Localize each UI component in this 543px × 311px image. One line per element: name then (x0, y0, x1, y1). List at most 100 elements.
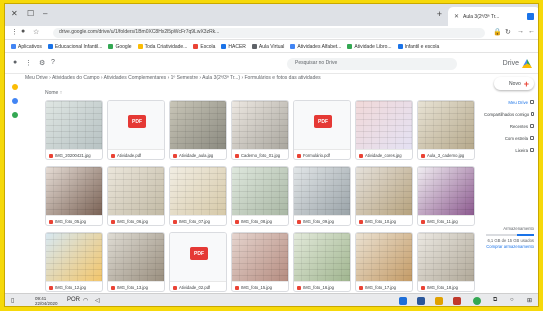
file-thumbnail (232, 167, 288, 215)
start-button-icon[interactable]: ⊞ (527, 297, 532, 304)
file-tile[interactable]: IMG_foto_15.jpg (231, 232, 289, 292)
file-tile[interactable]: PDF Atividade_02.pdf (169, 232, 227, 292)
minimize-window-button[interactable]: – (43, 9, 47, 18)
file-caption: Aula_3_caderno.jpg (418, 149, 474, 159)
bookmark-item[interactable]: Escola (193, 44, 215, 50)
tasks-app-icon[interactable] (12, 98, 18, 104)
calendar-app-icon[interactable] (12, 112, 18, 118)
file-tile[interactable]: Aula_3_caderno.jpg (417, 100, 475, 160)
apps-grid-icon[interactable]: ⋮ (25, 59, 32, 67)
file-name: IMG_foto_09.jpg (303, 219, 334, 224)
word-app-icon[interactable] (399, 297, 407, 305)
sidebar-item[interactable]: Com estrela (484, 134, 534, 142)
file-tile[interactable]: Atividade_cores.jpg (355, 100, 413, 160)
tab-strip: ✕ ☐ – + ✕ Aula 3(2ª/3ª Tr... (5, 4, 538, 26)
file-caption: IMG_foto_09.jpg (294, 215, 350, 225)
file-tile[interactable]: IMG_foto_07.jpg (169, 166, 227, 226)
file-thumbnail (418, 233, 474, 281)
bookmark-item[interactable]: Google (108, 44, 132, 50)
clock[interactable]: 09:41 22/04/2020 (35, 296, 58, 306)
file-tile[interactable]: IMG_foto_05.jpg (45, 166, 103, 226)
sidebar-item[interactable]: Lixeira (484, 146, 534, 154)
bookmark-item[interactable]: HACER (221, 44, 246, 50)
bookmark-favicon-icon (11, 44, 16, 49)
sidebar-item-icon (531, 112, 534, 116)
back-icon[interactable]: ← (528, 28, 535, 35)
office-app-icon[interactable] (453, 297, 461, 305)
file-tile[interactable]: IMG_foto_13.jpg (107, 232, 165, 292)
settings-gear-icon[interactable]: ⚙ (39, 59, 45, 67)
file-thumbnail: PDF (170, 233, 226, 281)
file-tile[interactable]: IMG_foto_06.jpg (107, 166, 165, 226)
account-avatar[interactable]: ● (13, 59, 17, 66)
help-icon[interactable]: ? (51, 59, 55, 66)
folder-app-icon[interactable] (435, 297, 443, 305)
address-bar[interactable]: drive.google.com/drive/u/1/folders/1Bm0X… (53, 28, 485, 38)
file-tile[interactable]: IMG_foto_18.jpg (417, 232, 475, 292)
bookmark-item[interactable]: Infantil e escola (397, 44, 439, 50)
star-bookmark-icon[interactable]: ☆ (33, 28, 39, 36)
bookmark-item[interactable]: Atividades Alfabet... (290, 44, 341, 50)
sidebar-item-icon (530, 136, 534, 140)
new-tab-button[interactable]: + (437, 9, 442, 19)
chrome-app-icon[interactable] (473, 297, 481, 305)
search-input[interactable]: Pesquisar no Drive (287, 58, 457, 70)
file-tile[interactable]: IMG_foto_17.jpg (355, 232, 413, 292)
file-thumbnail: PDF (294, 101, 350, 149)
sidebar-item[interactable]: Compartilhados comigo (484, 110, 534, 118)
drive-logo-text: Drive (502, 60, 519, 67)
image-file-icon (297, 219, 301, 224)
file-tile[interactable]: IMG_20200421.jpg (45, 100, 103, 160)
bookmark-favicon-icon (347, 44, 353, 49)
file-tile[interactable]: Atividade_aula.jpg (169, 100, 227, 160)
sort-arrow-icon[interactable]: ↑ (60, 90, 63, 96)
language-indicator[interactable]: POR (67, 297, 80, 303)
bookmark-label: Aula Virtual (258, 43, 285, 50)
new-button[interactable]: Novo + (494, 77, 534, 90)
keep-app-icon[interactable] (12, 84, 18, 90)
file-tile[interactable]: IMG_foto_09.jpg (293, 166, 351, 226)
close-window-button[interactable]: ✕ (11, 9, 18, 18)
file-tile[interactable]: IMG_foto_16.jpg (293, 232, 351, 292)
menu-dots-icon[interactable]: ⋮ (11, 28, 18, 36)
pdf-file-icon (111, 153, 115, 158)
file-tile[interactable]: IMG_foto_08.jpg (231, 166, 289, 226)
sidebar-item[interactable]: Meu Drive (484, 98, 534, 106)
file-tile[interactable]: Caderno_foto_01.jpg (231, 100, 289, 160)
sidebar-item-label: Compartilhados comigo (484, 111, 530, 117)
profile-icon[interactable]: ● (21, 28, 25, 35)
bookmark-favicon-icon (290, 44, 296, 49)
file-tile[interactable]: IMG_foto_10.jpg (355, 166, 413, 226)
file-thumbnail (108, 167, 164, 215)
file-caption: IMG_foto_11.jpg (418, 215, 474, 225)
file-name: Formulário.pdf (303, 153, 330, 158)
volume-icon[interactable]: ◁ (95, 297, 100, 304)
file-tile[interactable]: IMG_foto_12.jpg (45, 232, 103, 292)
file-name: Caderno_foto_01.jpg (241, 153, 281, 158)
task-view-icon[interactable]: ⧉ (493, 297, 497, 304)
file-tile[interactable]: PDF Formulário.pdf (293, 100, 351, 160)
bookmark-item[interactable]: Atividade Libro... (347, 44, 392, 50)
wifi-icon[interactable]: ◠ (83, 297, 88, 304)
sort-name-label[interactable]: Nome (45, 90, 58, 96)
maximize-window-button[interactable]: ☐ (27, 9, 34, 18)
file-tile[interactable]: PDF Atividade.pdf (107, 100, 165, 160)
close-tab-icon[interactable]: ✕ (454, 13, 459, 20)
reload-icon[interactable]: ↻ (505, 28, 511, 36)
show-desktop-button[interactable]: ▯ (11, 297, 14, 304)
bookmark-item[interactable]: Educacional Infantil... (47, 44, 102, 50)
drive-logo[interactable]: Drive (503, 59, 532, 68)
buy-storage-link[interactable]: Comprar armazenamento (486, 244, 534, 250)
file-tile[interactable]: IMG_foto_11.jpg (417, 166, 475, 226)
bookmark-item[interactable]: Aula Virtual (251, 43, 285, 50)
forward-icon[interactable]: → (517, 28, 524, 35)
breadcrumb[interactable]: Meu Drive › Atividades do Campo › Ativid… (25, 75, 485, 85)
bookmark-item[interactable]: Aplicativos (11, 44, 42, 50)
explorer-app-icon[interactable] (417, 297, 425, 305)
search-taskbar-icon[interactable]: ○ (510, 297, 514, 303)
sidebar-item[interactable]: Recentes (484, 122, 534, 130)
search-placeholder: Pesquisar no Drive (295, 60, 338, 66)
file-name: Atividade_02.pdf (179, 285, 211, 290)
bookmark-item[interactable]: Toda Criatividade... (137, 44, 187, 50)
tab-active[interactable]: ✕ Aula 3(2ª/3ª Tr... (448, 7, 538, 26)
